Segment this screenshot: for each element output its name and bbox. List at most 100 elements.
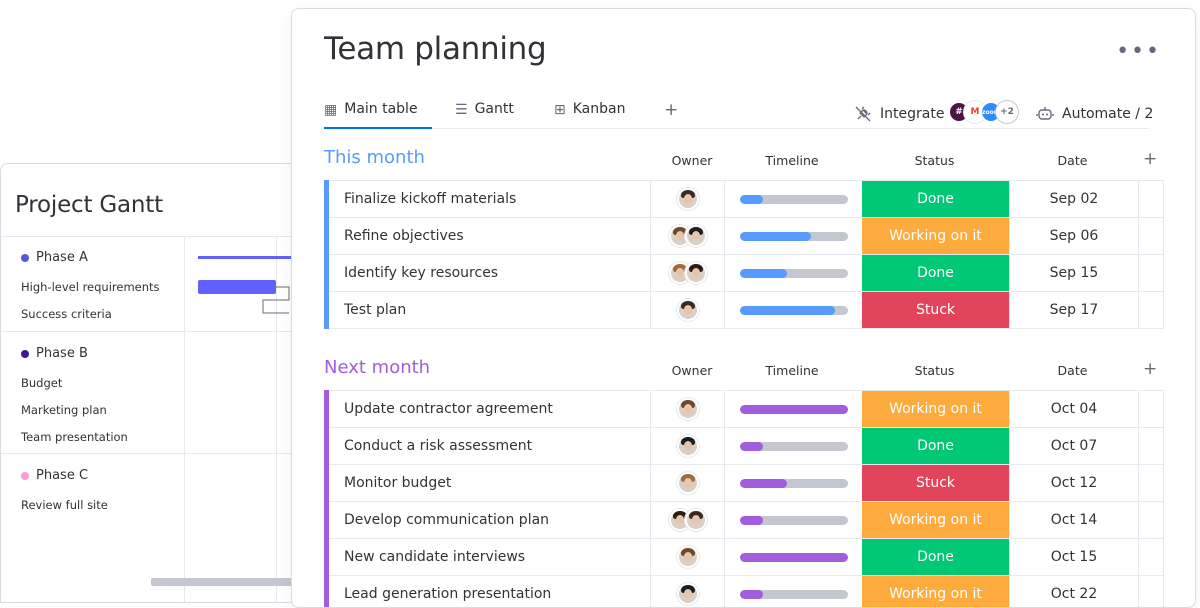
task-name[interactable]: Test plan (344, 292, 406, 328)
empty-cell (1138, 539, 1164, 575)
timeline-cell[interactable] (724, 465, 862, 501)
task-name[interactable]: New candidate interviews (344, 539, 525, 575)
date-cell[interactable]: Sep 06 (1009, 218, 1138, 254)
gantt-scrollbar[interactable] (151, 578, 301, 586)
gantt-phase-bar[interactable] (198, 256, 298, 259)
gantt-phase-b[interactable]: Phase B (21, 346, 88, 361)
integration-apps[interactable]: # M zoom +2 (948, 101, 1018, 123)
owner-cell[interactable] (650, 502, 724, 538)
owner-cell[interactable] (650, 292, 724, 328)
status-cell[interactable]: Done (862, 428, 1009, 464)
board-title: Team planning (324, 31, 547, 67)
task-name[interactable]: Conduct a risk assessment (344, 428, 532, 464)
status-cell[interactable]: Working on it (862, 576, 1009, 607)
table-row[interactable]: Lead generation presentation Working on i… (324, 575, 1164, 607)
timeline-fill (739, 231, 811, 241)
timeline-cell[interactable] (724, 292, 862, 328)
integrate-button[interactable]: Integrate (854, 101, 944, 127)
table-row[interactable]: Test plan Stuck Sep 17 (324, 291, 1164, 329)
status-cell[interactable]: Stuck (862, 465, 1009, 501)
task-name[interactable]: Finalize kickoff materials (344, 181, 516, 217)
plug-icon (855, 106, 871, 122)
timeline-bar (739, 194, 848, 204)
date-cell[interactable]: Oct 15 (1009, 539, 1138, 575)
status-cell[interactable]: Working on it (862, 218, 1009, 254)
table-row[interactable]: Develop communication plan Working on it O… (324, 501, 1164, 539)
gantt-item[interactable]: Budget (21, 376, 62, 390)
tab-gantt[interactable]: ☰ Gantt (455, 101, 514, 129)
date-cell[interactable]: Oct 07 (1009, 428, 1138, 464)
timeline-cell[interactable] (724, 181, 862, 217)
owner-cell[interactable] (650, 465, 724, 501)
table-row[interactable]: New candidate interviews Done Oct 15 (324, 538, 1164, 576)
timeline-cell[interactable] (724, 255, 862, 291)
status-cell[interactable]: Working on it (862, 391, 1009, 427)
automate-button[interactable]: Automate / 2 (1036, 101, 1153, 127)
date-cell[interactable]: Oct 12 (1009, 465, 1138, 501)
add-column-button[interactable]: + (1143, 359, 1157, 379)
owner-cell[interactable] (650, 218, 724, 254)
tab-kanban[interactable]: ⊞ Kanban (554, 101, 625, 129)
table-row[interactable]: Finalize kickoff materials Done Sep 02 (324, 180, 1164, 218)
empty-cell (1138, 218, 1164, 254)
date-cell[interactable]: Sep 15 (1009, 255, 1138, 291)
owner-cell[interactable] (650, 181, 724, 217)
table-row[interactable]: Identify key resources Done Sep 15 (324, 254, 1164, 292)
table-row[interactable]: Monitor budget Stuck Oct 12 (324, 464, 1164, 502)
task-name[interactable]: Lead generation presentation (344, 576, 551, 607)
group-title[interactable]: Next month (324, 357, 430, 378)
add-column-button[interactable]: + (1143, 149, 1157, 169)
add-view-button[interactable]: + (664, 101, 678, 119)
more-options-icon[interactable]: ••• (1116, 39, 1161, 64)
timeline-cell[interactable] (724, 539, 862, 575)
owner-cell[interactable] (650, 539, 724, 575)
task-name[interactable]: Develop communication plan (344, 502, 549, 538)
more-apps-badge: +2 (996, 101, 1018, 123)
gantt-item[interactable]: Success criteria (21, 307, 112, 321)
status-cell[interactable]: Working on it (862, 502, 1009, 538)
table-row[interactable]: Refine objectives Working on it Sep 06 (324, 217, 1164, 255)
phase-dot-icon (21, 253, 29, 262)
empty-cell (1138, 576, 1164, 607)
task-name[interactable]: Refine objectives (344, 218, 464, 254)
status-cell[interactable]: Stuck (862, 292, 1009, 328)
status-cell[interactable]: Done (862, 255, 1009, 291)
kanban-icon: ⊞ (554, 102, 566, 118)
avatar (676, 435, 699, 457)
timeline-cell[interactable] (724, 576, 862, 607)
date-cell[interactable]: Sep 02 (1009, 181, 1138, 217)
group-title[interactable]: This month (324, 147, 425, 168)
gantt-title: Project Gantt (15, 192, 163, 218)
timeline-cell[interactable] (724, 391, 862, 427)
tab-main-table[interactable]: ▦ Main table (324, 101, 432, 129)
owner-cell[interactable] (650, 428, 724, 464)
tab-label: Kanban (572, 101, 626, 117)
table-row[interactable]: Update contractor agreement Working on it… (324, 390, 1164, 428)
date-cell[interactable]: Sep 17 (1009, 292, 1138, 328)
task-name[interactable]: Update contractor agreement (344, 391, 553, 427)
task-name[interactable]: Identify key resources (344, 255, 498, 291)
timeline-cell[interactable] (724, 218, 862, 254)
table-row[interactable]: Conduct a risk assessment Done Oct 07 (324, 427, 1164, 465)
status-cell[interactable]: Done (862, 539, 1009, 575)
gantt-phase-c[interactable]: Phase C (21, 468, 88, 483)
gantt-item[interactable]: Marketing plan (21, 403, 107, 417)
timeline-cell[interactable] (724, 428, 862, 464)
task-name[interactable]: Monitor budget (344, 465, 451, 501)
timeline-cell[interactable] (724, 502, 862, 538)
timeline-bar (739, 589, 848, 599)
gantt-item[interactable]: Review full site (21, 498, 108, 512)
avatar (676, 299, 699, 321)
date-cell[interactable]: Oct 14 (1009, 502, 1138, 538)
team-planning-board: Team planning ••• ▦ Main table ☰ Gantt ⊞… (291, 8, 1196, 608)
date-cell[interactable]: Oct 04 (1009, 391, 1138, 427)
gantt-phase-a[interactable]: Phase A (21, 250, 88, 265)
group-color-edge (324, 427, 329, 465)
gantt-item[interactable]: High-level requirements (21, 280, 160, 294)
owner-cell[interactable] (650, 391, 724, 427)
date-cell[interactable]: Oct 22 (1009, 576, 1138, 607)
owner-cell[interactable] (650, 576, 724, 607)
status-cell[interactable]: Done (862, 181, 1009, 217)
gantt-item[interactable]: Team presentation (21, 430, 128, 444)
owner-cell[interactable] (650, 255, 724, 291)
